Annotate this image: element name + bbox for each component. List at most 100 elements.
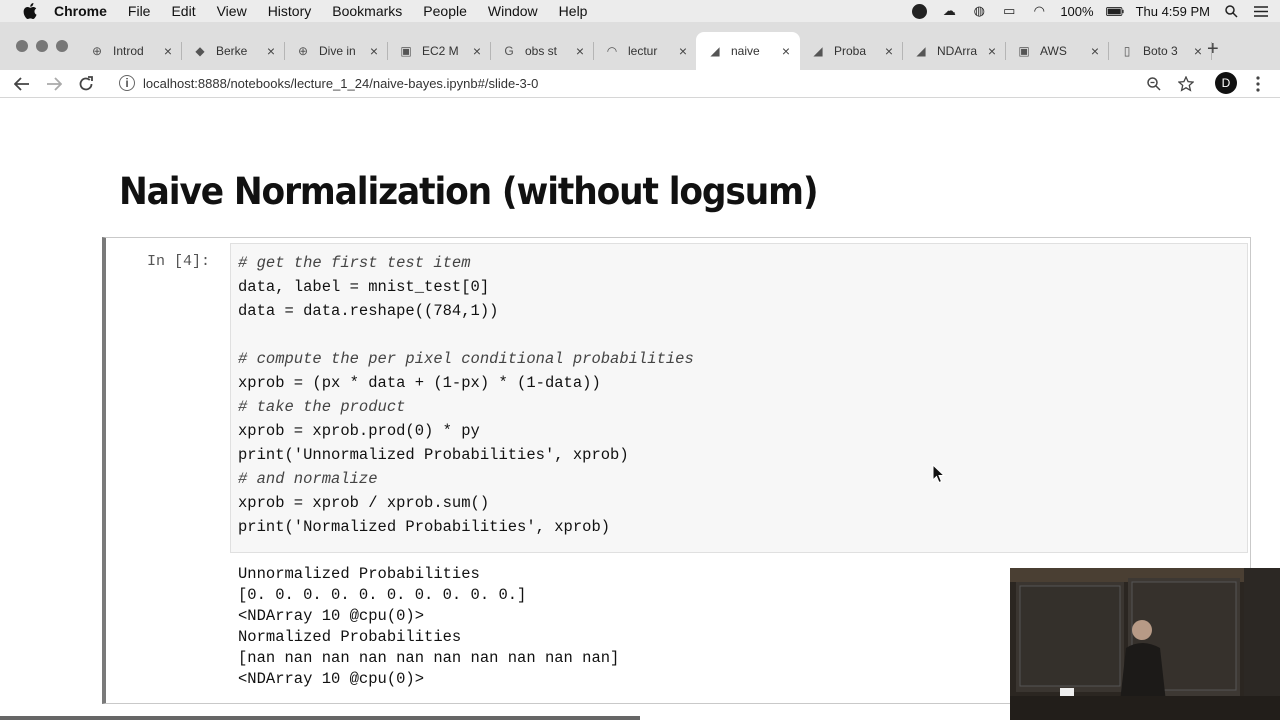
code-line: xprob = (px * data + (1-px) * (1-data)) — [238, 374, 601, 392]
tab-strip: ⊕ Introd × ◆ Berke × ⊕ Dive in × ▣ EC2 M × Gobs st × ◠… — [0, 22, 1280, 70]
tab-title: naive — [731, 44, 760, 58]
menu-people[interactable]: People — [423, 3, 467, 19]
url-text[interactable]: localhost:8888/notebooks/lecture_1_24/na… — [143, 76, 538, 91]
cell-prompt: In [4]: — [147, 253, 211, 270]
tab-1[interactable]: ◆ Berke × — [181, 32, 285, 70]
output-line: Unnormalized Probabilities — [238, 565, 480, 583]
tab-close-icon[interactable]: × — [1091, 44, 1099, 58]
tab-9[interactable]: ▣ AWS × — [1005, 32, 1109, 70]
tab-title: Proba — [834, 44, 867, 58]
tab-2[interactable]: ⊕ Dive in × — [284, 32, 388, 70]
window-close-button[interactable] — [16, 40, 28, 52]
aws-icon: ▣ — [1018, 44, 1030, 58]
code-line: data = data.reshape((784,1)) — [238, 302, 499, 320]
code-line: print('Unnormalized Probabilities', xpro… — [238, 446, 629, 464]
tab-close-icon[interactable]: × — [885, 44, 893, 58]
globe-icon: ⊕ — [91, 44, 103, 58]
menu-view[interactable]: View — [217, 3, 247, 19]
macos-menu-bar: Chrome File Edit View History Bookmarks … — [0, 0, 1280, 22]
tab-close-icon[interactable]: × — [782, 44, 790, 58]
tab-close-icon[interactable]: × — [370, 44, 378, 58]
menu-edit[interactable]: Edit — [171, 3, 195, 19]
airplay-icon[interactable]: ▭ — [1000, 3, 1018, 19]
tab-close-icon[interactable]: × — [988, 44, 996, 58]
battery-percent: 100% — [1060, 3, 1094, 19]
code-comment-line: # and normalize — [238, 470, 378, 488]
berkeley-icon: ◆ — [195, 44, 205, 58]
menu-history[interactable]: History — [268, 3, 312, 19]
code-line: print('Normalized Probabilities', xprob) — [238, 518, 611, 536]
tab-close-icon[interactable]: × — [679, 44, 687, 58]
code-comment-line: # get the first test item — [238, 254, 471, 272]
back-arrow-icon[interactable] — [10, 72, 34, 96]
tab-8[interactable]: ◢ NDArra × — [902, 32, 1006, 70]
tab-title: NDArra — [937, 44, 978, 58]
code-line: data, label = mnist_test[0] — [238, 278, 490, 296]
chrome-menu-icon[interactable] — [1246, 72, 1270, 96]
google-icon: G — [504, 44, 514, 58]
creative-cloud-icon[interactable] — [910, 3, 928, 19]
menu-help[interactable]: Help — [559, 3, 588, 19]
wifi-icon[interactable]: ◠ — [1030, 3, 1048, 19]
site-info-icon[interactable]: i — [119, 75, 135, 91]
menu-clock[interactable]: Thu 4:59 PM — [1136, 4, 1210, 19]
aws-icon: ▣ — [400, 44, 412, 58]
address-bar[interactable]: i localhost:8888/notebooks/lecture_1_24/… — [113, 70, 1203, 96]
bottom-scrollbar[interactable] — [0, 716, 640, 720]
tab-7[interactable]: ◢ Proba × — [799, 32, 903, 70]
browser-toolbar: i localhost:8888/notebooks/lecture_1_24/… — [0, 70, 1280, 98]
tab-title: lectur — [628, 44, 658, 58]
menu-window[interactable]: Window — [488, 3, 538, 19]
tab-title: AWS — [1040, 44, 1067, 58]
output-line: Normalized Probabilities — [238, 628, 462, 646]
forward-arrow-icon[interactable] — [42, 72, 66, 96]
webcam-video-overlay — [1010, 568, 1280, 720]
zoom-icon[interactable] — [1142, 72, 1166, 96]
tab-6[interactable]: ◢ naive × — [696, 32, 800, 70]
code-line: xprob = xprob / xprob.sum() — [238, 494, 490, 512]
reload-icon[interactable] — [74, 72, 98, 96]
tab-title: obs st — [525, 44, 558, 58]
slide-title: Naive Normalization (without logsum) — [119, 170, 819, 213]
window-zoom-button[interactable] — [56, 40, 68, 52]
tab-10[interactable]: ▯ Boto 3 × — [1108, 32, 1212, 70]
menu-app-name[interactable]: Chrome — [54, 3, 107, 19]
code-comment-line: # compute the per pixel conditional prob… — [238, 350, 694, 368]
lecturer-video-frame — [1010, 568, 1280, 720]
tab-close-icon[interactable]: × — [1194, 44, 1202, 58]
tab-close-icon[interactable]: × — [473, 44, 481, 58]
new-tab-button[interactable]: + — [1207, 38, 1219, 61]
tab-title: EC2 M — [422, 44, 459, 58]
output-line: [0. 0. 0. 0. 0. 0. 0. 0. 0. 0.] — [238, 586, 527, 604]
tab-close-icon[interactable]: × — [576, 44, 584, 58]
loading-icon: ◠ — [606, 44, 618, 58]
notification-center-icon[interactable] — [1252, 3, 1270, 19]
apple-menu-icon[interactable] — [20, 1, 40, 21]
mouse-cursor-icon — [932, 464, 946, 484]
menu-file[interactable]: File — [128, 3, 151, 19]
jupyter-icon: ◢ — [813, 44, 823, 58]
tab-5[interactable]: ◠ lectur × — [593, 32, 697, 70]
bookmark-star-icon[interactable] — [1174, 72, 1198, 96]
code-comment-line: # take the product — [238, 398, 406, 416]
profile-avatar[interactable]: D — [1215, 72, 1237, 94]
output-line: [nan nan nan nan nan nan nan nan nan nan… — [238, 649, 620, 667]
battery-icon[interactable] — [1105, 3, 1124, 19]
tab-3[interactable]: ▣ EC2 M × — [387, 32, 491, 70]
tab-title: Dive in — [319, 44, 356, 58]
globe-status-icon[interactable]: ◍ — [970, 3, 988, 19]
window-minimize-button[interactable] — [36, 40, 48, 52]
tab-title: Berke — [216, 44, 248, 58]
tab-title: Introd — [113, 44, 144, 58]
menu-bookmarks[interactable]: Bookmarks — [332, 3, 402, 19]
code-line: xprob = xprob.prod(0) * py — [238, 422, 480, 440]
tab-0[interactable]: ⊕ Introd × — [78, 32, 182, 70]
cloud-upload-icon[interactable]: ☁ — [940, 3, 958, 19]
tab-close-icon[interactable]: × — [267, 44, 275, 58]
spotlight-search-icon[interactable] — [1222, 3, 1240, 19]
tab-4[interactable]: Gobs st × — [490, 32, 594, 70]
jupyter-icon: ◢ — [710, 44, 720, 58]
document-icon: ▯ — [1123, 44, 1131, 58]
output-line: <NDArray 10 @cpu(0)> — [238, 670, 425, 688]
tab-close-icon[interactable]: × — [164, 44, 172, 58]
